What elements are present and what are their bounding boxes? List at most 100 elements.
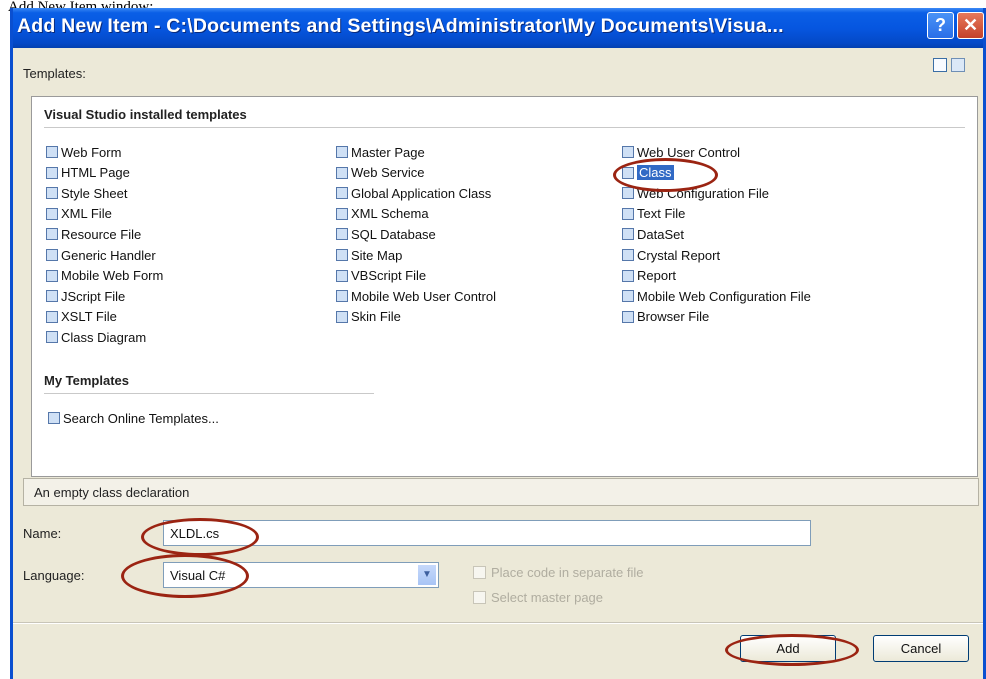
- template-item-label: XML Schema: [351, 206, 429, 222]
- template-item-label: Crystal Report: [637, 247, 721, 263]
- file-icon: [622, 207, 634, 220]
- template-item-resource-file[interactable]: Resource File: [46, 225, 141, 243]
- template-item-crystal-report[interactable]: Crystal Report: [622, 246, 720, 264]
- template-item-label: Web User Control: [637, 144, 741, 160]
- template-item-web-user-control[interactable]: Web User Control: [622, 143, 740, 161]
- template-item-label: Search Online Templates...: [63, 410, 219, 426]
- separator: [13, 622, 983, 624]
- template-item-label: DataSet: [637, 226, 684, 242]
- place-code-label: Place code in separate file: [491, 565, 644, 580]
- template-item-xml-schema[interactable]: XML Schema: [336, 205, 429, 223]
- view-toggle: [933, 58, 965, 72]
- installed-templates-header: Visual Studio installed templates: [44, 107, 247, 122]
- template-item-mobile-web-form[interactable]: Mobile Web Form: [46, 267, 163, 285]
- description-bar: An empty class declaration: [23, 478, 979, 506]
- name-label: Name:: [23, 526, 62, 541]
- template-item-label: Master Page: [351, 144, 425, 160]
- template-item-label: Class Diagram: [61, 329, 147, 345]
- template-item-label: Class: [637, 165, 674, 181]
- large-icons-view-icon[interactable]: [933, 58, 947, 72]
- group-divider: [44, 127, 965, 128]
- template-item-generic-handler[interactable]: Generic Handler: [46, 246, 156, 264]
- file-icon: [336, 166, 348, 179]
- file-icon: [46, 290, 58, 303]
- template-item-label: Web Configuration File: [637, 185, 769, 201]
- file-icon: [622, 146, 634, 158]
- file-icon: [46, 269, 58, 282]
- title-bar[interactable]: Add New Item - C:\Documents and Settings…: [13, 8, 984, 48]
- template-item-label: XSLT File: [61, 309, 117, 325]
- template-item-label: Resource File: [61, 226, 142, 242]
- template-item-search-online-templates[interactable]: Search Online Templates...: [48, 409, 219, 427]
- file-icon: [622, 290, 634, 303]
- template-item-xslt-file[interactable]: XSLT File: [46, 308, 117, 326]
- file-icon: [336, 310, 348, 323]
- template-item-web-form[interactable]: Web Form: [46, 143, 121, 161]
- small-icons-view-icon[interactable]: [951, 58, 965, 72]
- help-button[interactable]: ?: [927, 12, 954, 39]
- file-icon: [336, 228, 348, 241]
- template-item-style-sheet[interactable]: Style Sheet: [46, 184, 128, 202]
- file-icon: [46, 249, 58, 261]
- template-item-dataset[interactable]: DataSet: [622, 225, 684, 243]
- template-item-jscript-file[interactable]: JScript File: [46, 287, 125, 305]
- template-item-class[interactable]: Class: [622, 164, 674, 182]
- template-item-label: Style Sheet: [61, 185, 128, 201]
- cancel-button[interactable]: Cancel: [873, 635, 969, 662]
- template-item-label: Mobile Web Configuration File: [637, 288, 811, 304]
- template-item-browser-file[interactable]: Browser File: [622, 308, 709, 326]
- language-select[interactable]: Visual C# ▼: [163, 562, 439, 588]
- language-value: Visual C#: [170, 568, 226, 583]
- select-master-label: Select master page: [491, 590, 604, 605]
- window-title: Add New Item - C:\Documents and Settings…: [17, 15, 784, 37]
- template-item-text-file[interactable]: Text File: [622, 205, 685, 223]
- file-icon: [622, 166, 634, 179]
- template-item-label: Global Application Class: [351, 185, 492, 201]
- template-item-web-configuration-file[interactable]: Web Configuration File: [622, 184, 769, 202]
- add-button[interactable]: Add: [740, 635, 836, 662]
- template-item-label: Mobile Web User Control: [351, 288, 496, 304]
- template-item-web-service[interactable]: Web Service: [336, 164, 424, 182]
- template-item-html-page[interactable]: HTML Page: [46, 164, 130, 182]
- file-icon: [336, 249, 348, 261]
- template-item-label: Mobile Web Form: [61, 268, 164, 284]
- file-icon: [46, 166, 58, 179]
- template-item-label: Web Service: [351, 165, 425, 181]
- file-icon: [46, 228, 58, 241]
- template-item-mobile-web-configuration-file[interactable]: Mobile Web Configuration File: [622, 287, 811, 305]
- language-label: Language:: [23, 568, 85, 583]
- template-item-label: VBScript File: [351, 268, 427, 284]
- template-item-xml-file[interactable]: XML File: [46, 205, 112, 223]
- file-icon: [622, 249, 634, 261]
- template-item-master-page[interactable]: Master Page: [336, 143, 425, 161]
- template-item-label: Generic Handler: [61, 247, 156, 263]
- template-item-class-diagram[interactable]: Class Diagram: [46, 328, 146, 346]
- template-item-vbscript-file[interactable]: VBScript File: [336, 267, 426, 285]
- place-code-checkbox: Place code in separate file: [473, 565, 643, 580]
- template-item-global-application-class[interactable]: Global Application Class: [336, 184, 491, 202]
- chevron-down-icon[interactable]: ▼: [417, 564, 437, 586]
- template-item-label: XML File: [61, 206, 112, 222]
- file-icon: [46, 207, 58, 220]
- file-icon: [336, 269, 348, 282]
- select-master-checkbox: Select master page: [473, 590, 603, 605]
- template-item-label: Report: [637, 268, 677, 284]
- file-icon: [336, 290, 348, 303]
- checkbox-icon: [473, 566, 486, 579]
- template-item-site-map[interactable]: Site Map: [336, 246, 402, 264]
- templates-list[interactable]: Visual Studio installed templates My Tem…: [31, 96, 978, 477]
- template-item-skin-file[interactable]: Skin File: [336, 308, 401, 326]
- file-icon: [46, 187, 58, 200]
- template-item-label: Skin File: [351, 309, 401, 325]
- file-icon: [336, 207, 348, 220]
- add-new-item-dialog: Add New Item - C:\Documents and Settings…: [10, 8, 986, 679]
- template-item-mobile-web-user-control[interactable]: Mobile Web User Control: [336, 287, 496, 305]
- template-item-label: Web Form: [61, 144, 122, 160]
- close-button[interactable]: ✕: [957, 12, 984, 39]
- template-item-sql-database[interactable]: SQL Database: [336, 225, 436, 243]
- templates-label: Templates:: [23, 66, 86, 81]
- template-item-report[interactable]: Report: [622, 267, 676, 285]
- my-templates-header: My Templates: [44, 373, 130, 388]
- checkbox-icon: [473, 591, 486, 604]
- name-input[interactable]: XLDL.cs: [163, 520, 811, 546]
